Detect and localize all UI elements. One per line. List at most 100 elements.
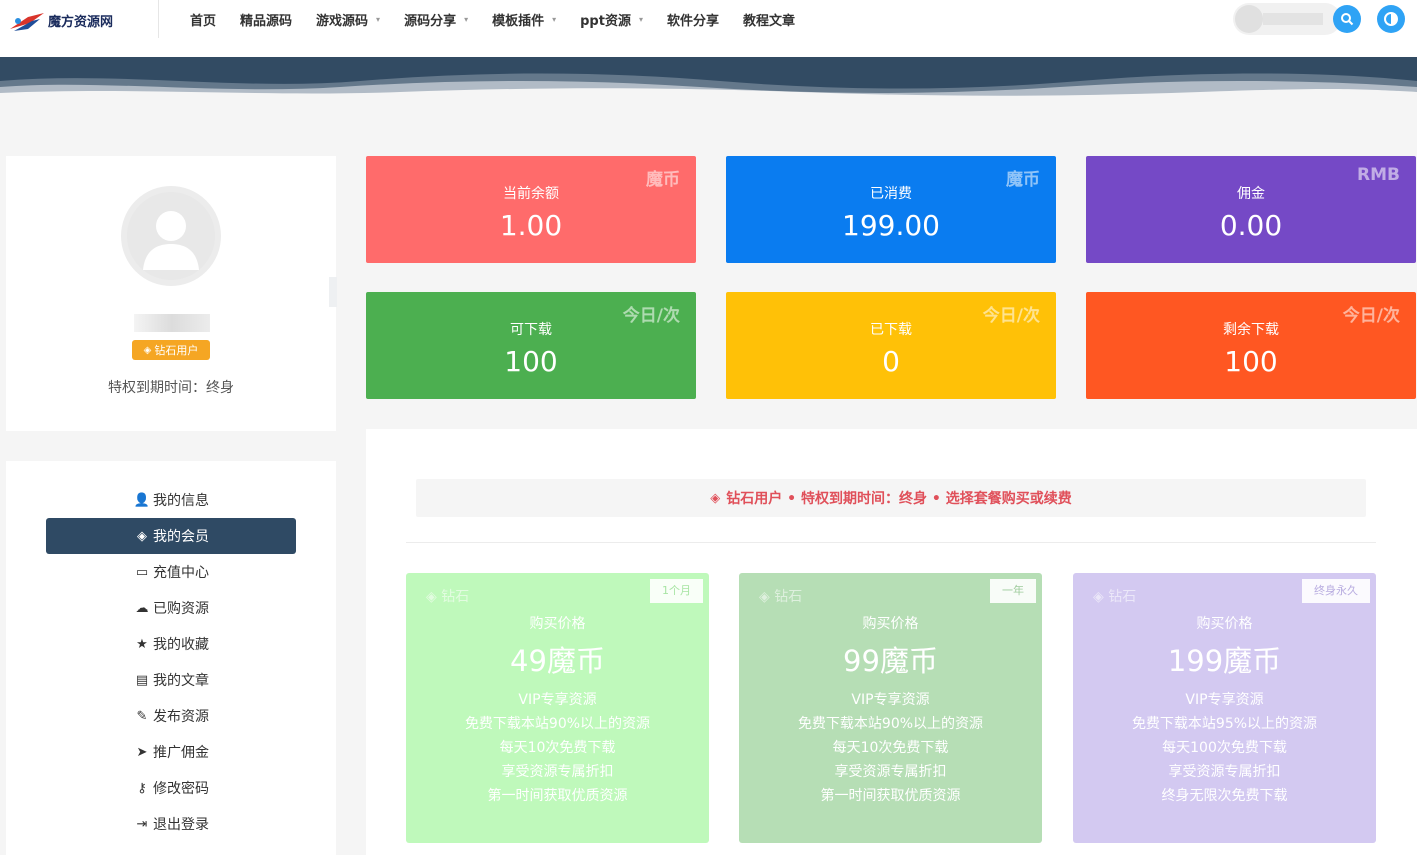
plan-feature: 享受资源专属折扣 xyxy=(501,764,614,780)
header-divider xyxy=(158,0,159,38)
plan-price-caption: 购买价格 xyxy=(529,616,586,632)
nav-item-premium-source[interactable]: 精品源码 xyxy=(240,10,292,29)
menu-item-cloud-download[interactable]: ☁ 已购资源 xyxy=(46,590,296,626)
menu-item-label: 充值中心 xyxy=(153,565,209,581)
plan-tier-label: 钻石 xyxy=(774,589,803,605)
plan-feature: 每天10次免费下载 xyxy=(499,740,616,756)
stat-label: 当前余额 xyxy=(503,186,559,202)
diamond-icon: ◈ xyxy=(1093,589,1109,605)
plan-card[interactable]: ◈ 钻石 一年 购买价格 99魔币 VIP专享资源 免费下载本站90%以上的资源 每天10次… xyxy=(739,573,1042,843)
sign-out-icon: ⇥ xyxy=(136,816,148,832)
menu-item-label: 修改密码 xyxy=(153,781,209,797)
plan-card[interactable]: ◈ 钻石 终身永久购买价格 199魔币 VIP专享资源 免费下载本站95%以上的资源 每天… xyxy=(1073,573,1376,843)
menu-item-diamond[interactable]: ◈ 我的会员 xyxy=(46,518,296,554)
default-user-icon xyxy=(143,211,199,270)
stat-card-consumed: 魔币 已消费 199.00 xyxy=(726,156,1056,263)
menu-item-pencil[interactable]: ✎ 发布资源 xyxy=(46,698,296,734)
plan-feature: 每天100次免费下载 xyxy=(1162,740,1287,756)
menu-item-star[interactable]: ★ 我的收藏 xyxy=(46,626,296,662)
plan-features: VIP专享资源 免费下载本站90%以上的资源 每天10次免费下载 享受资源专属折扣 第一… xyxy=(739,688,1042,808)
menu-item-paper-plane[interactable]: ➤ 推广佣金 xyxy=(46,734,296,770)
cloud-download-icon: ☁ xyxy=(135,600,149,616)
membership-notice: ◈ 钻石用户 • 特权到期时间：终身 • 选择套餐购买或续费 xyxy=(416,479,1366,517)
plan-duration-ribbon: 1个月 xyxy=(650,579,703,603)
menu-list: 👤 我的信息 ◈ 我的会员 ▭ 充值中心 ☁ 已购资源 ★ 我的收藏 ▤ 我的文章 ✎ 发布资源 ➤ 推广佣金… xyxy=(46,482,296,842)
menu-item-user[interactable]: 👤 我的信息 xyxy=(46,482,296,518)
profile-card: ◈ 钻石用户 特权到期时间：终身 xyxy=(6,156,336,431)
avatar xyxy=(1235,5,1263,33)
menu-item-label: 我的收藏 xyxy=(153,637,209,653)
nav-item-source-share[interactable]: 源码分享 ▾ xyxy=(404,10,468,29)
plan-tier: ◈ 钻石 xyxy=(759,586,802,606)
top-header: 魔方资源网 首页 精品源码 游戏源码 ▾ 源码分享 ▾ 模板插件 ▾ ppt资源 ▾ 软… xyxy=(0,0,1417,57)
nav-item-tutorials[interactable]: 教程文章 xyxy=(743,10,795,29)
plan-tier-label: 钻石 xyxy=(441,589,470,605)
chevron-down-icon: ▾ xyxy=(638,14,643,24)
stat-card-balance: 魔币 当前余额 1.00 xyxy=(366,156,696,263)
nav-item-ppt[interactable]: ppt资源 ▾ xyxy=(580,10,643,29)
plan-feature: VIP专享资源 xyxy=(518,692,597,708)
diamond-icon: ◈ xyxy=(143,344,152,356)
nav-item-templates[interactable]: 模板插件 ▾ xyxy=(492,10,556,29)
key-icon: ⚷ xyxy=(137,780,147,796)
nav-item-game-source[interactable]: 游戏源码 ▾ xyxy=(316,10,380,29)
stat-label: 佣金 xyxy=(1237,186,1265,202)
menu-item-label: 我的文章 xyxy=(153,673,209,689)
stat-label: 可下载 xyxy=(510,322,552,338)
plan-duration-ribbon: 终身永久 xyxy=(1302,579,1370,603)
credit-card-icon: ▭ xyxy=(135,564,149,580)
plan-price-caption: 购买价格 xyxy=(1196,616,1253,632)
plan-tier: ◈ 钻石 xyxy=(1093,586,1136,606)
site-logo[interactable]: 魔方资源网 xyxy=(8,6,158,38)
plan-price: 99魔币 xyxy=(843,644,938,678)
username-blurred xyxy=(134,314,210,332)
menu-item-sign-out[interactable]: ⇥ 退出登录 xyxy=(46,806,296,842)
menu-item-document[interactable]: ▤ 我的文章 xyxy=(46,662,296,698)
nav-item-home[interactable]: 首页 xyxy=(190,10,216,29)
plan-feature: 第一时间获取优质资源 xyxy=(820,788,961,804)
plan-price: 199魔币 xyxy=(1167,644,1282,678)
plan-features: VIP专享资源 免费下载本站95%以上的资源 每天100次免费下载 享受资源专属折扣终… xyxy=(1073,688,1376,808)
search-icon xyxy=(1341,13,1354,26)
avatar[interactable] xyxy=(121,186,221,286)
stat-value: 1.00 xyxy=(499,209,563,242)
menu-item-credit-card[interactable]: ▭ 充值中心 xyxy=(46,554,296,590)
stat-value: 0.00 xyxy=(1219,209,1283,242)
theme-toggle-button[interactable] xyxy=(1377,5,1405,33)
plan-features: VIP专享资源 免费下载本站90%以上的资源 每天10次免费下载 享受资源专属折扣 第一… xyxy=(406,688,709,808)
main-nav: 首页 精品源码 游戏源码 ▾ 源码分享 ▾ 模板插件 ▾ ppt资源 ▾ 软件分享 教程… xyxy=(190,0,819,38)
stat-value: 100 xyxy=(504,345,558,378)
plan-card[interactable]: ◈ 钻石 1个月 购买价格 49魔币 VIP专享资源 免费下载本站90%以上的资源 每天10… xyxy=(406,573,709,843)
stat-label: 已下载 xyxy=(870,322,912,338)
theme-toggle-icon xyxy=(1384,12,1398,26)
plan-feature: 享受资源专属折扣 xyxy=(1168,764,1281,780)
user-center-menu: 👤 我的信息 ◈ 我的会员 ▭ 充值中心 ☁ 已购资源 ★ 我的收藏 ▤ 我的文章 ✎ 发布资源 ➤ 推广佣金… xyxy=(6,461,336,855)
user-menu[interactable] xyxy=(1233,3,1341,35)
chevron-down-icon: ▾ xyxy=(376,14,381,24)
menu-item-label: 推广佣金 xyxy=(153,745,209,761)
diamond-icon: ◈ xyxy=(710,490,721,506)
header-wave-banner xyxy=(0,57,1417,97)
privilege-expire-text: 特权到期时间：终身 xyxy=(108,380,234,396)
membership-panel: ◈ 钻石用户 • 特权到期时间：终身 • 选择套餐购买或续费 ◈ 钻石 1个月购买… xyxy=(366,429,1417,855)
stat-value: 100 xyxy=(1224,345,1278,378)
menu-item-key[interactable]: ⚷ 修改密码 xyxy=(46,770,296,806)
chevron-down-icon: ▾ xyxy=(464,14,469,24)
plan-feature: 第一时间获取优质资源 xyxy=(487,788,628,804)
menu-item-label: 已购资源 xyxy=(153,601,209,617)
menu-item-label: 我的信息 xyxy=(153,493,209,509)
plan-feature: 每天10次免费下载 xyxy=(832,740,949,756)
plan-duration-ribbon: 一年 xyxy=(990,579,1036,603)
plan-feature: 终身无限次免费下载 xyxy=(1161,788,1288,804)
chevron-down-icon: ▾ xyxy=(552,14,557,24)
paper-plane-icon: ➤ xyxy=(136,744,148,760)
menu-item-label: 发布资源 xyxy=(153,709,209,725)
diamond-icon: ◈ xyxy=(137,528,147,544)
divider xyxy=(406,542,1376,543)
collapse-handle[interactable] xyxy=(329,277,337,307)
search-button[interactable] xyxy=(1333,5,1361,33)
logo-mark-icon xyxy=(8,9,46,35)
nav-item-software[interactable]: 软件分享 xyxy=(667,10,719,29)
plan-feature: 享受资源专属折扣 xyxy=(834,764,947,780)
stat-card-commission: RMB 佣金 0.00 xyxy=(1086,156,1416,263)
